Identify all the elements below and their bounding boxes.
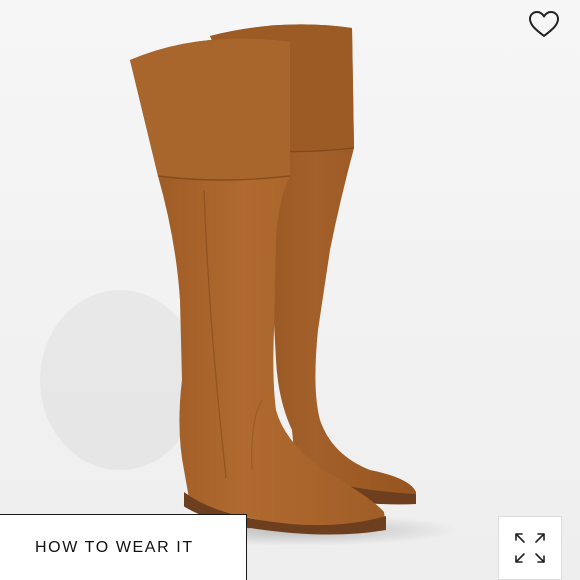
wall-shadow (40, 290, 200, 470)
heart-outline-icon (529, 11, 559, 37)
product-image (0, 0, 580, 580)
expand-arrows-icon (515, 533, 545, 563)
favorite-button[interactable] (524, 6, 564, 42)
how-to-wear-button[interactable]: HOW TO WEAR IT (0, 514, 247, 580)
how-to-wear-label: HOW TO WEAR IT (35, 538, 194, 556)
boots-illustration (0, 0, 580, 580)
expand-image-button[interactable] (498, 516, 562, 580)
